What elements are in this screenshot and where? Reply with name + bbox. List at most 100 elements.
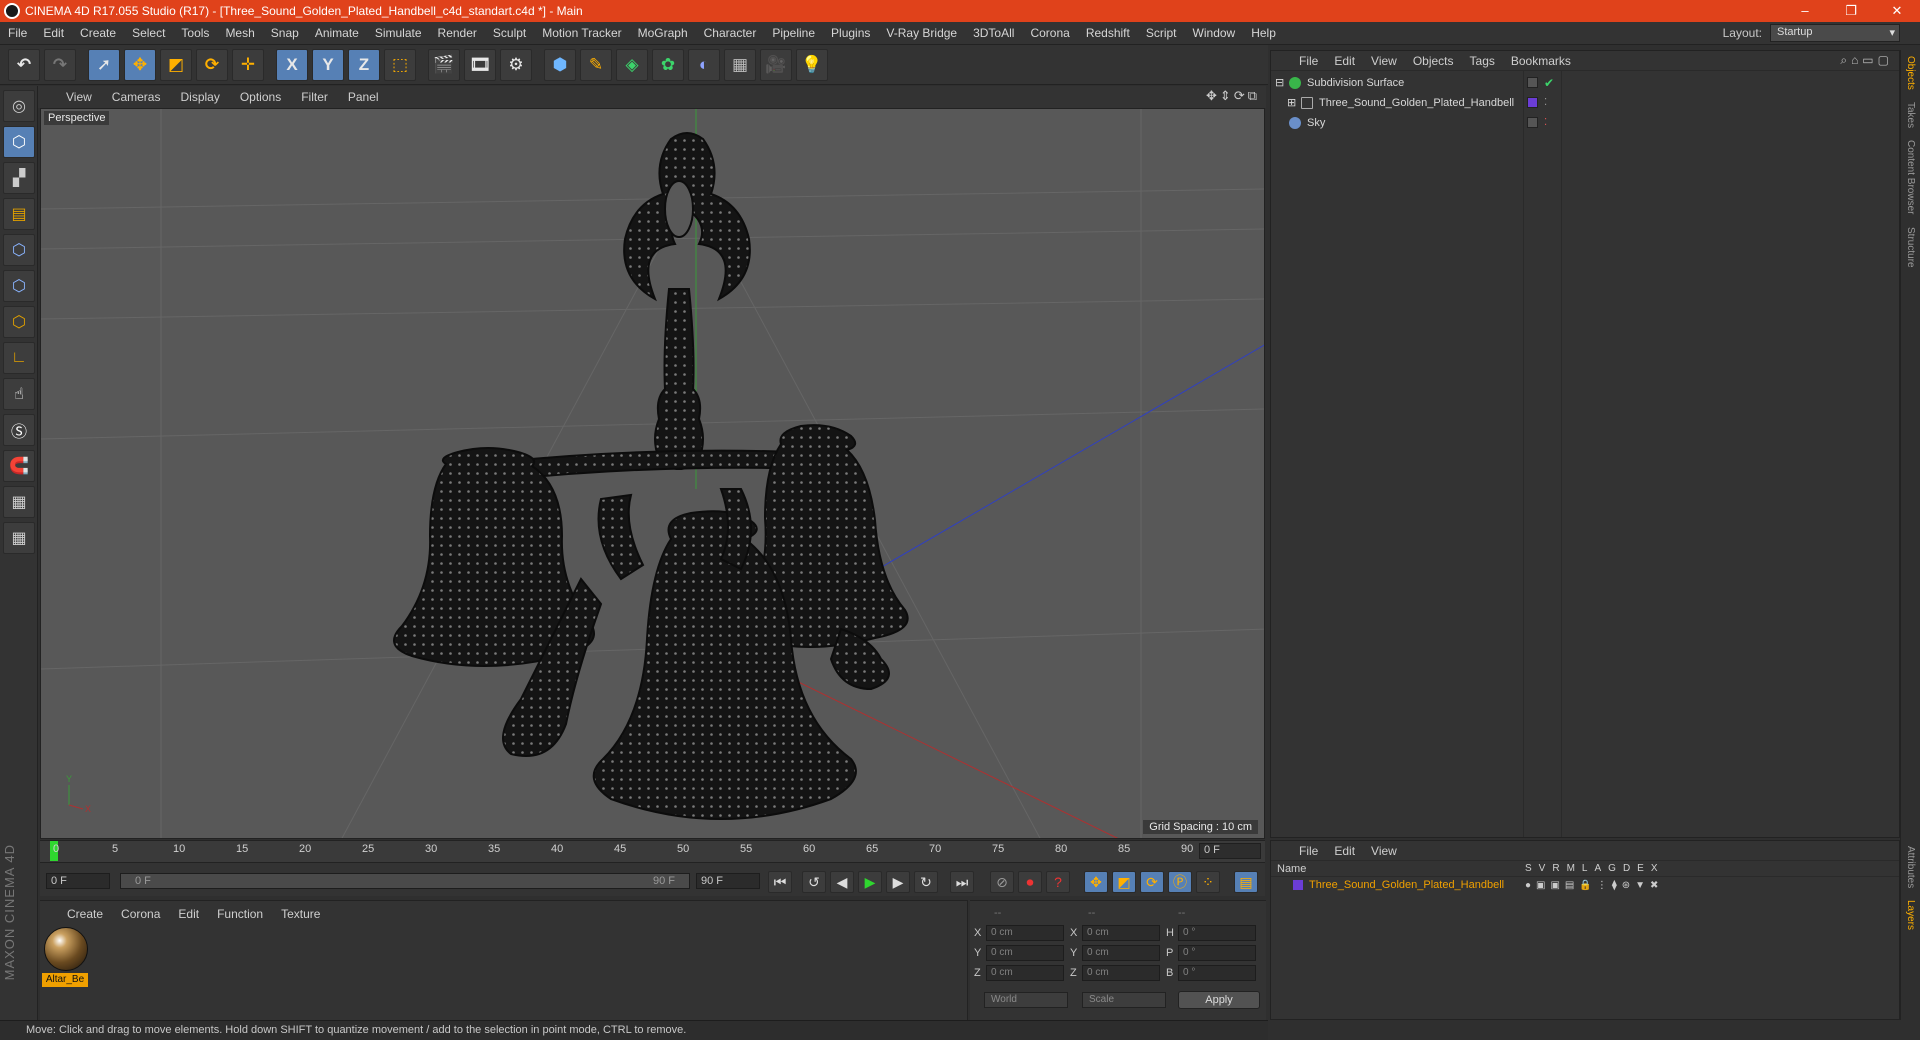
cube-primitive-icon[interactable]: ⬢ [544, 48, 576, 81]
edges-mode-icon[interactable]: ⬡ [3, 270, 35, 302]
key-rotation-icon[interactable]: ⟳ [1140, 871, 1164, 893]
perspective-viewport[interactable]: Y X Perspective Grid Spacing : 10 cm [40, 108, 1265, 839]
expand-toggle-icon[interactable]: ⊞ [1287, 96, 1297, 109]
tab-objects[interactable]: Objects [1905, 50, 1916, 96]
layer-tag-icon[interactable] [1527, 117, 1538, 128]
timeline-ruler[interactable]: 0 5 10 15 20 25 30 35 40 45 50 55 60 65 … [40, 840, 1265, 862]
model-mode-icon[interactable]: ⬡ [3, 126, 35, 158]
key-point-level-icon[interactable]: ⁘ [1196, 871, 1220, 893]
layer-color-icon[interactable] [1527, 97, 1538, 108]
step-forward-icon[interactable]: ▶ [886, 871, 910, 893]
snapping-icon[interactable]: Ⓢ [3, 414, 35, 446]
tab-structure[interactable]: Structure [1905, 221, 1916, 274]
rotation-p-field[interactable]: 0 ° [1178, 945, 1256, 961]
workplane-lock-icon[interactable]: ▦ [3, 486, 35, 518]
size-x-field[interactable]: 0 cm [1082, 925, 1160, 941]
axis-z-lock-button[interactable]: Z [348, 48, 380, 81]
object-row-sky[interactable]: Sky ⁚ [1275, 113, 1895, 132]
menu-vray-bridge[interactable]: V-Ray Bridge [878, 22, 965, 45]
size-y-field[interactable]: 0 cm [1082, 945, 1160, 961]
minimize-button[interactable]: – [1782, 0, 1828, 22]
menu-create[interactable]: Create [72, 22, 124, 45]
collapse-toggle-icon[interactable]: ⊟ [1275, 76, 1285, 89]
menu-select[interactable]: Select [124, 22, 173, 45]
preview-range-slider[interactable]: 0 F 90 F [120, 873, 690, 889]
go-to-next-key-icon[interactable]: ↻ [914, 871, 938, 893]
om-menu-objects[interactable]: Objects [1405, 54, 1462, 68]
coordinate-space-dropdown[interactable]: World [984, 992, 1068, 1008]
light-icon[interactable]: 💡 [796, 48, 828, 81]
viewport-menu-cameras[interactable]: Cameras [102, 90, 171, 104]
menu-help[interactable]: Help [1243, 22, 1284, 45]
record-active-objects-icon[interactable]: ⏺ [1018, 871, 1042, 893]
menu-script[interactable]: Script [1138, 22, 1185, 45]
key-parameter-icon[interactable]: Ⓟ [1168, 871, 1192, 893]
play-forward-icon[interactable]: ▶ [858, 871, 882, 893]
end-frame-field[interactable]: 90 F [696, 873, 760, 889]
menu-mograph[interactable]: MoGraph [630, 22, 696, 45]
menu-tools[interactable]: Tools [173, 22, 217, 45]
go-to-previous-key-icon[interactable]: ↺ [802, 871, 826, 893]
menu-redshift[interactable]: Redshift [1078, 22, 1138, 45]
tweak-mode-icon[interactable]: ☝ [3, 378, 35, 410]
step-back-icon[interactable]: ◀ [830, 871, 854, 893]
viewport-nav-icons[interactable]: ✥⇕⟳⧉ [1206, 88, 1260, 104]
menu-edit[interactable]: Edit [35, 22, 72, 45]
key-position-icon[interactable]: ✥ [1084, 871, 1108, 893]
menu-animate[interactable]: Animate [307, 22, 367, 45]
polygons-mode-icon[interactable]: ⬡ [3, 306, 35, 338]
current-frame-field[interactable]: 0 F [1199, 843, 1261, 859]
mograph-cloner-icon[interactable]: ✿ [652, 48, 684, 81]
viewport-camera-label[interactable]: Perspective [44, 111, 110, 125]
camera-icon[interactable]: 🎥 [760, 48, 792, 81]
lm-menu-edit[interactable]: Edit [1326, 844, 1363, 858]
menu-snap[interactable]: Snap [263, 22, 307, 45]
autokeying-icon[interactable]: ? [1046, 871, 1070, 893]
om-menu-file[interactable]: File [1291, 54, 1326, 68]
points-mode-icon[interactable]: ⬡ [3, 234, 35, 266]
axis-mode-icon[interactable]: ∟ [3, 342, 35, 374]
position-y-field[interactable]: 0 cm [986, 945, 1064, 961]
rotation-b-field[interactable]: 0 ° [1178, 965, 1256, 981]
floor-environment-icon[interactable]: ▦ [724, 48, 756, 81]
om-menu-tags[interactable]: Tags [1462, 54, 1503, 68]
material-menu-texture[interactable]: Texture [272, 907, 329, 921]
coordinate-system-icon[interactable]: ⬚ [384, 48, 416, 81]
layer-flag-icons[interactable]: ●▣▣▤🔒⋮⧫⊛▼✖ [1525, 880, 1663, 891]
tab-layers[interactable]: Layers [1905, 894, 1916, 936]
viewport-menu-filter[interactable]: Filter [291, 90, 338, 104]
rotate-tool-icon[interactable]: ⟳ [196, 48, 228, 81]
tab-content-browser[interactable]: Content Browser [1905, 134, 1916, 220]
tab-takes[interactable]: Takes [1905, 96, 1916, 134]
material-name-label[interactable]: Altar_Be [42, 973, 88, 987]
workplane-mode-icon[interactable]: ▤ [3, 198, 35, 230]
tab-attributes[interactable]: Attributes [1905, 840, 1916, 894]
axis-x-lock-button[interactable]: X [276, 48, 308, 81]
viewport-menu-options[interactable]: Options [230, 90, 291, 104]
material-menu-create[interactable]: Create [58, 907, 112, 921]
menu-window[interactable]: Window [1185, 22, 1244, 45]
object-row-subdivision[interactable]: ⊟ Subdivision Surface ✔ [1275, 73, 1895, 92]
render-view-icon[interactable]: 🎬 [428, 48, 460, 81]
enabled-check-icon[interactable]: ✔ [1544, 76, 1554, 90]
position-x-field[interactable]: 0 cm [986, 925, 1064, 941]
subdivision-generator-icon[interactable]: ◈ [616, 48, 648, 81]
om-menu-view[interactable]: View [1363, 54, 1405, 68]
restore-button[interactable]: ❐ [1828, 0, 1874, 22]
start-frame-field[interactable]: 0 F [46, 873, 110, 889]
menu-pipeline[interactable]: Pipeline [764, 22, 823, 45]
menu-sculpt[interactable]: Sculpt [485, 22, 534, 45]
magnet-icon[interactable]: 🧲 [3, 450, 35, 482]
undo-icon[interactable]: ↶ [8, 48, 40, 81]
menu-mesh[interactable]: Mesh [217, 22, 262, 45]
object-row-handbell[interactable]: ⊞ Three_Sound_Golden_Plated_Handbell ⁚ [1275, 93, 1895, 112]
menu-motion-tracker[interactable]: Motion Tracker [534, 22, 629, 45]
axis-y-lock-button[interactable]: Y [312, 48, 344, 81]
timeline-window-icon[interactable]: ▤ [1234, 871, 1258, 893]
position-z-field[interactable]: 0 cm [986, 965, 1064, 981]
layer-row[interactable]: Three_Sound_Golden_Plated_Handbell ●▣▣▤🔒… [1271, 877, 1899, 893]
make-editable-icon[interactable]: ◎ [3, 90, 35, 122]
workplane-snap-icon[interactable]: ▦ [3, 522, 35, 554]
menu-plugins[interactable]: Plugins [823, 22, 878, 45]
key-scale-icon[interactable]: ◩ [1112, 871, 1136, 893]
